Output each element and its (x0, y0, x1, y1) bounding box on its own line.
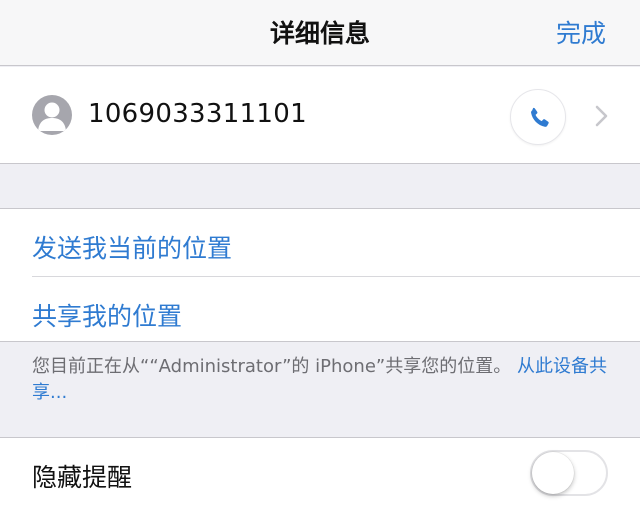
section-spacer (0, 165, 640, 208)
done-button[interactable]: 完成 (556, 14, 606, 50)
chevron-right-icon[interactable] (594, 105, 610, 127)
send-current-location-button[interactable]: 发送我当前的位置 (32, 229, 232, 265)
location-sharing-note: 您目前正在从““Administrator”的 iPhone”共享您的位置。 从… (32, 354, 622, 406)
contact-row[interactable]: 1069033311101 (0, 67, 640, 164)
navigation-bar: 详细信息 完成 (0, 0, 640, 66)
note-text: 您目前正在从““Administrator”的 iPhone”共享您的位置。 (32, 356, 512, 377)
hide-alerts-toggle[interactable] (530, 450, 608, 496)
hide-alerts-label: 隐藏提醒 (32, 463, 133, 492)
divider (32, 276, 640, 277)
share-my-location-button[interactable]: 共享我的位置 (32, 297, 182, 333)
page-title: 详细信息 (269, 19, 370, 48)
hide-alerts-row: 隐藏提醒 (0, 437, 640, 526)
avatar (32, 95, 72, 135)
location-section: 发送我当前的位置 共享我的位置 (0, 208, 640, 342)
toggle-knob (532, 452, 574, 494)
phone-icon (531, 107, 549, 127)
call-button[interactable] (510, 89, 566, 145)
contact-number: 1069033311101 (88, 99, 307, 129)
person-silhouette-icon (38, 102, 66, 131)
